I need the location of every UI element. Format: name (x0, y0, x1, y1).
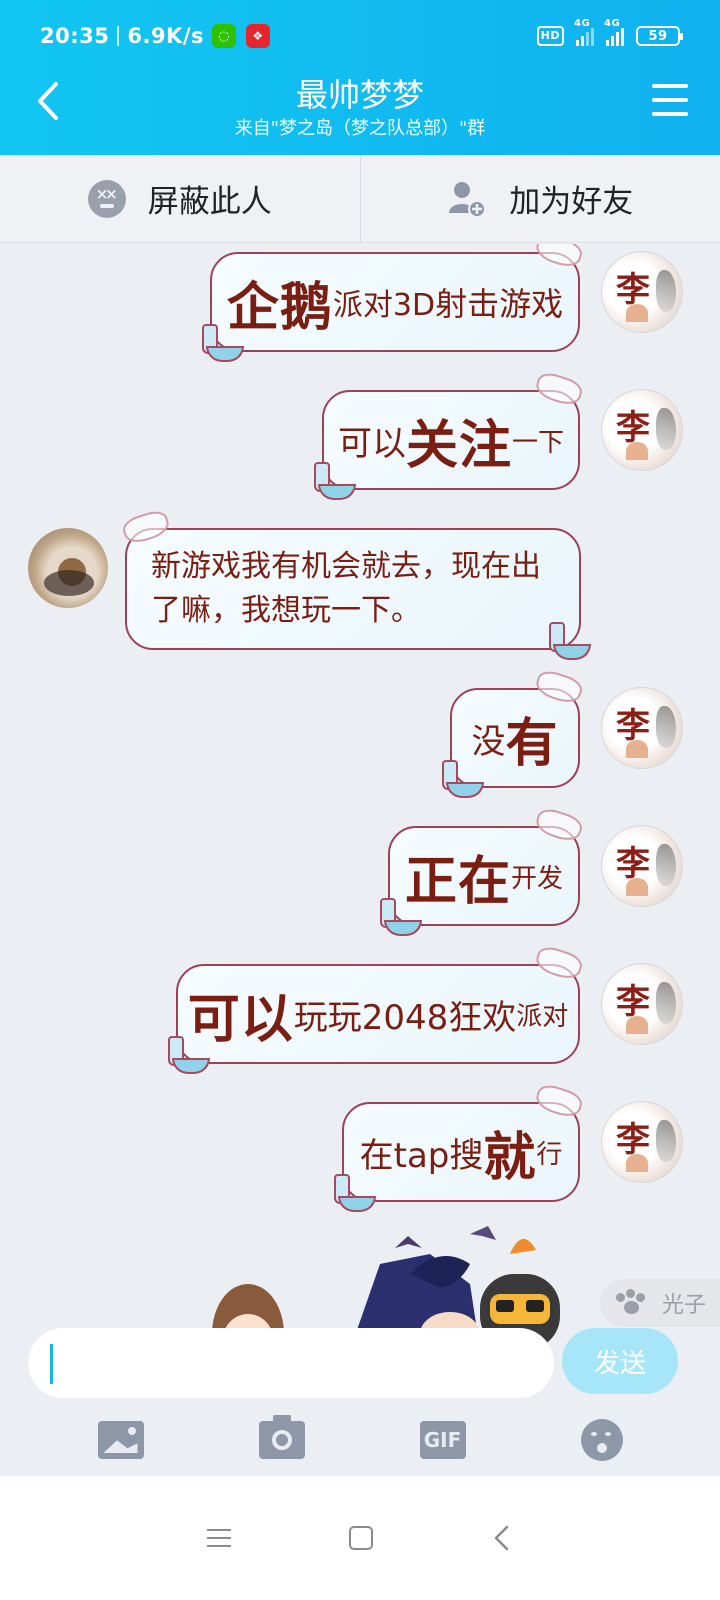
red-app-icon: ❖ (246, 24, 271, 48)
message-bubble[interactable]: 在tap搜 就 行 (334, 1081, 585, 1212)
message-text-part: 可以 (337, 423, 406, 464)
bowl-decoration (376, 898, 424, 938)
message-input-bar: 发送 (0, 1322, 720, 1404)
add-friend-label: 加为好友 (509, 184, 634, 220)
text-caret (50, 1344, 53, 1384)
sender-avatar[interactable] (28, 528, 108, 608)
battery-level: 59 (648, 28, 668, 44)
my-avatar[interactable]: 李 (602, 688, 682, 768)
goggles-decoration (533, 805, 585, 845)
menu-icon[interactable] (652, 84, 688, 116)
status-time: 20:35 (40, 24, 110, 48)
message-bubble[interactable]: 没 有 (442, 667, 585, 798)
image-icon[interactable] (97, 1421, 144, 1459)
my-avatar[interactable]: 李 (602, 1102, 682, 1182)
bowl-decoration (310, 462, 358, 502)
signal-icon-2: 4G (604, 18, 624, 46)
message-text-part: 派对 (516, 1001, 569, 1032)
goggles-decoration (533, 369, 585, 409)
message-text: 新游戏我有机会就去，现在出了嘛，我想玩一下。 (151, 549, 541, 628)
my-avatar[interactable]: 李 (602, 252, 682, 332)
bowl-decoration (198, 324, 246, 364)
message-bubble[interactable]: 可以 玩玩2048狂欢 派对 (168, 943, 585, 1074)
block-face-icon (87, 179, 126, 218)
message-bubble[interactable]: 正在 开发 (380, 805, 585, 936)
goggles-decoration (533, 943, 585, 983)
goggles-decoration (120, 507, 172, 547)
wechat-icon: ◌ (212, 24, 237, 48)
status-right: HD 4G 4G 59 (536, 18, 683, 46)
signal-icon: 4G (574, 18, 594, 46)
message-text-part: 射击游戏 (435, 285, 564, 323)
message-text-part: 派对3D (332, 288, 436, 323)
sticker-suggestion-label: 光子 (662, 1293, 707, 1318)
send-button[interactable]: 发送 (562, 1328, 678, 1394)
goggles-decoration (533, 244, 585, 271)
add-friend-icon (447, 179, 487, 219)
message-bubble[interactable]: 企鹅 派对3D 射击游戏 (202, 244, 585, 362)
message-bubble[interactable]: 可以 关注 一下 (314, 369, 585, 500)
goggles-decoration (533, 1081, 585, 1121)
message-text-part: 有 (505, 713, 559, 774)
bowl-decoration (545, 622, 593, 662)
chat-message-list[interactable]: 李 企鹅 派对3D 射击游戏 李 可以 关注 一下 新游戏我有机会就去，现在出了… (0, 244, 720, 1350)
block-user-button[interactable]: 屏蔽此人 (0, 155, 360, 242)
paw-icon (616, 1289, 646, 1317)
group-source-subtitle: 来自"梦之岛（梦之队总部）"群 (234, 118, 486, 139)
my-avatar[interactable]: 李 (602, 826, 682, 906)
emoji-icon[interactable] (580, 1419, 623, 1461)
message-bubble[interactable]: 新游戏我有机会就去，现在出了嘛，我想玩一下。 (120, 507, 591, 660)
message-input[interactable] (28, 1328, 554, 1398)
bowl-decoration (438, 760, 486, 800)
bowl-decoration (164, 1036, 212, 1076)
gif-button[interactable]: GIF (419, 1421, 466, 1459)
block-user-label: 屏蔽此人 (147, 184, 272, 220)
hd-badge: HD (536, 26, 564, 46)
message-text-part: 关注 (405, 415, 512, 476)
my-avatar[interactable]: 李 (602, 390, 682, 470)
system-navigation-bar (0, 1476, 720, 1600)
message-text-part: 一下 (512, 427, 565, 458)
network-type-label: 4G (574, 18, 591, 29)
network-type-label-2: 4G (604, 18, 621, 29)
message-text-part: 玩玩2048狂欢 (293, 997, 517, 1038)
chat-header: 20:35 6.9K/s ◌ ❖ HD 4G 4G 59 最帅梦梦 来自"梦之岛… (0, 0, 720, 155)
message-text-part: 就 (483, 1127, 537, 1188)
camera-icon[interactable] (258, 1415, 305, 1459)
message-text-part: 在tap搜 (359, 1135, 484, 1176)
message-text-part: 没 (471, 721, 506, 762)
sticker-suggestion-chip[interactable]: 光子 (600, 1279, 720, 1327)
status-speed: 6.9K/s (127, 24, 205, 48)
stranger-actions-bar: 屏蔽此人 加为好友 (0, 155, 720, 243)
my-avatar[interactable]: 李 (602, 964, 682, 1044)
home-icon[interactable] (349, 1526, 373, 1550)
recent-apps-icon[interactable] (207, 1529, 231, 1547)
status-separator (117, 26, 120, 46)
message-text-part: 开发 (511, 863, 564, 894)
system-back-icon[interactable] (491, 1525, 513, 1551)
add-friend-button[interactable]: 加为好友 (361, 155, 720, 242)
message-text-part: 行 (536, 1139, 563, 1170)
status-bar: 20:35 6.9K/s ◌ ❖ HD 4G 4G 59 (40, 18, 683, 54)
page-title: 最帅梦梦 (295, 76, 424, 114)
bowl-decoration (330, 1174, 378, 1214)
battery-icon: 59 (636, 26, 683, 46)
input-toolbar: GIF (0, 1404, 720, 1476)
